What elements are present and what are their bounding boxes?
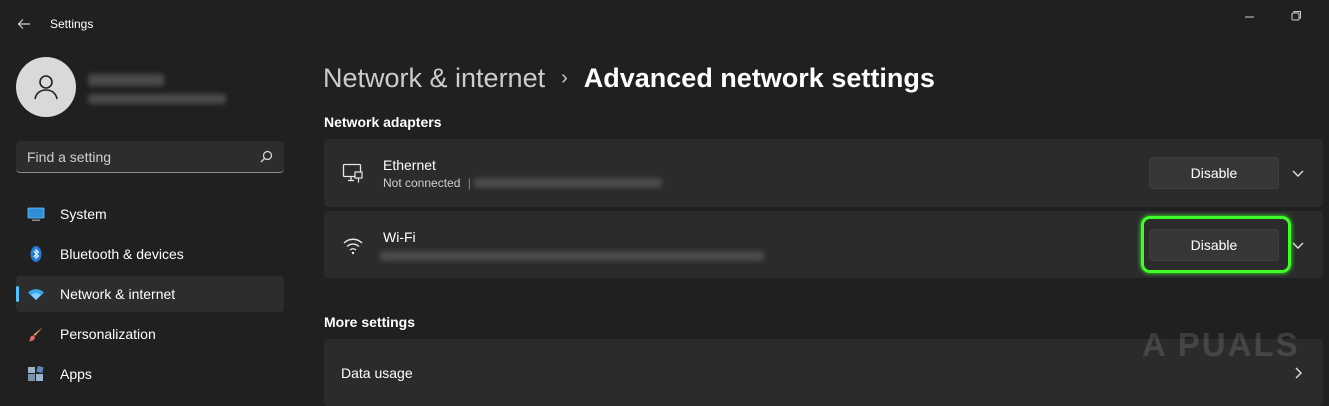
adapter-card-ethernet[interactable]: Ethernet Not connected | Disable xyxy=(324,139,1323,207)
redacted-adapter-description xyxy=(474,178,662,188)
bluetooth-icon xyxy=(27,245,45,263)
sidebar-item-label: Apps xyxy=(60,366,92,382)
status-divider: | xyxy=(467,176,471,190)
chevron-down-icon[interactable] xyxy=(1290,237,1306,253)
sidebar-item-bluetooth[interactable]: Bluetooth & devices xyxy=(16,236,284,272)
adapter-status-text: Not connected xyxy=(383,176,461,190)
sidebar-item-label: Network & internet xyxy=(60,286,176,302)
sidebar-item-system[interactable]: System xyxy=(16,196,284,232)
minimize-button[interactable] xyxy=(1240,6,1260,26)
sidebar-item-personalization[interactable]: Personalization xyxy=(16,316,284,352)
search-icon[interactable] xyxy=(258,149,274,165)
sidebar-item-network[interactable]: Network & internet xyxy=(16,276,284,312)
sidebar-item-apps[interactable]: Apps xyxy=(16,356,284,392)
wifi-signal-icon xyxy=(342,234,364,256)
restore-button[interactable] xyxy=(1286,6,1306,26)
ethernet-icon xyxy=(342,162,364,184)
adapter-name: Wi-Fi xyxy=(383,229,416,245)
chevron-right-icon[interactable] xyxy=(1290,365,1306,381)
title-bar: Settings xyxy=(0,0,1329,48)
redacted-user-email xyxy=(88,94,226,104)
adapter-name: Ethernet xyxy=(383,157,436,173)
watermark-logo: A PUALS xyxy=(1142,326,1300,363)
section-title-more-settings: More settings xyxy=(324,314,416,330)
chevron-right-icon: › xyxy=(561,66,568,89)
sidebar-item-label: System xyxy=(60,206,107,222)
section-title-network-adapters: Network adapters xyxy=(324,114,442,130)
redacted-adapter-description xyxy=(380,251,764,261)
disable-wifi-button[interactable]: Disable xyxy=(1149,229,1279,261)
app-title: Settings xyxy=(50,17,94,31)
adapter-status: Not connected | xyxy=(383,176,475,190)
search-input[interactable] xyxy=(16,141,256,172)
sidebar-item-label: Bluetooth & devices xyxy=(60,246,184,262)
page-title: Advanced network settings xyxy=(583,62,935,93)
user-icon xyxy=(34,75,58,100)
avatar[interactable] xyxy=(16,57,76,117)
disable-ethernet-button[interactable]: Disable xyxy=(1149,157,1279,189)
data-usage-label: Data usage xyxy=(341,365,413,381)
sidebar-item-label: Personalization xyxy=(60,326,156,342)
monitor-icon xyxy=(27,205,45,223)
apps-icon xyxy=(27,365,45,383)
breadcrumb: Network & internet › Advanced network se… xyxy=(323,58,935,98)
active-indicator xyxy=(16,286,19,302)
chevron-down-icon[interactable] xyxy=(1290,165,1306,181)
redacted-user-name xyxy=(88,74,164,86)
breadcrumb-parent-link[interactable]: Network & internet xyxy=(323,63,545,94)
back-arrow-icon[interactable] xyxy=(10,10,38,38)
adapter-card-wifi[interactable]: Wi-Fi Disable xyxy=(324,211,1323,278)
wifi-icon xyxy=(27,285,45,303)
brush-icon xyxy=(27,325,45,343)
search-box[interactable] xyxy=(16,141,284,173)
